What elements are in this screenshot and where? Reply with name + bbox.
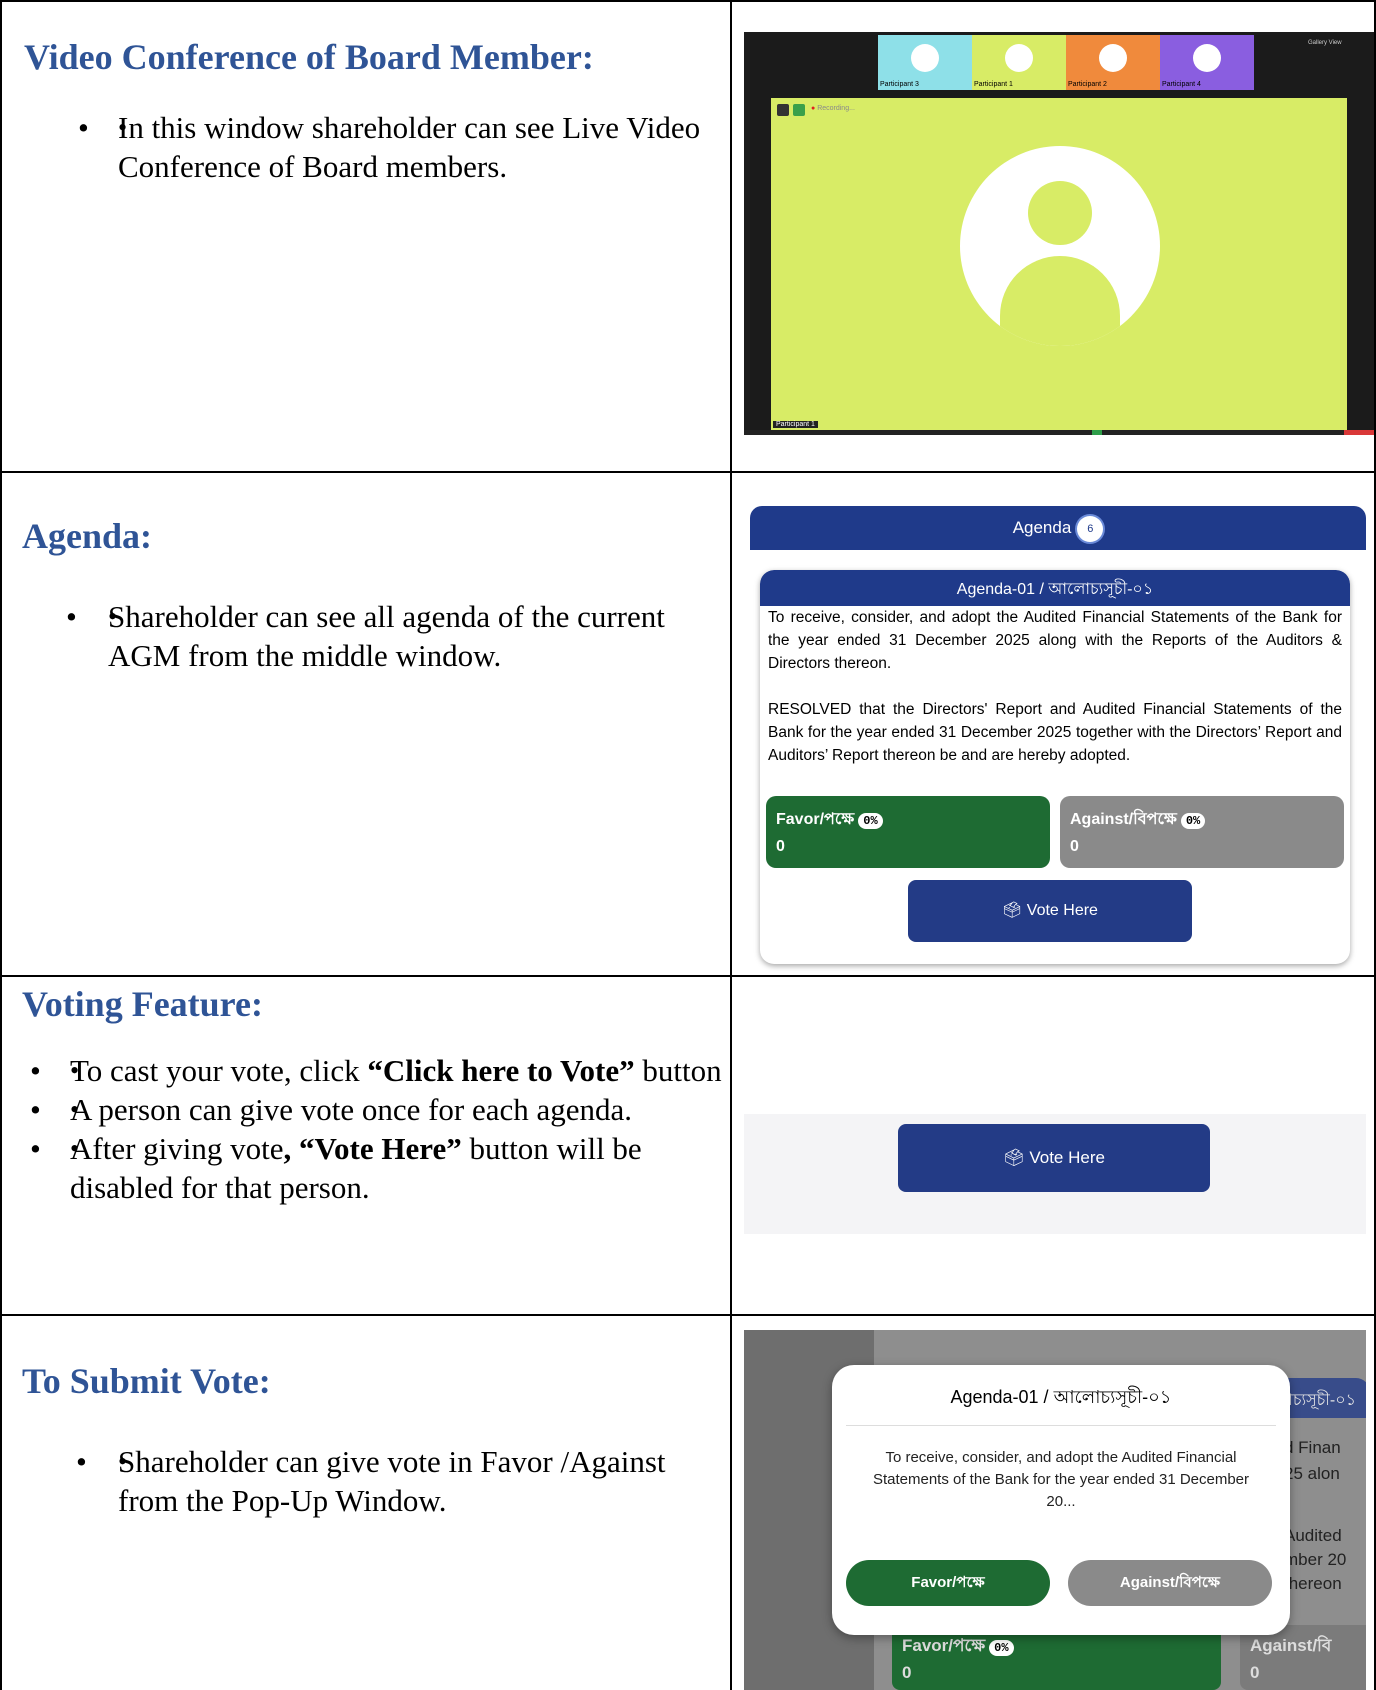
participant-tile[interactable]: Participant 4: [1160, 35, 1254, 90]
row-video-description: Video Conference of Board Member: •In th…: [24, 36, 724, 186]
participant-tile[interactable]: Participant 3: [878, 35, 972, 90]
vote-popup-dialog[interactable]: Agenda-01 / আলোচ্যসূচী-০১ To receive, co…: [832, 1365, 1290, 1635]
favor-count: 0: [776, 838, 785, 855]
bullet-item: •After giving vote, “Vote Here” button w…: [22, 1129, 727, 1207]
vote-popup-screenshot: Agenda-01 / আলোচ্যসূচী-০১ d Finan 25 alo…: [744, 1330, 1366, 1690]
instruction-table: Video Conference of Board Member: •In th…: [0, 0, 1376, 1690]
row-submit-description: To Submit Vote: •Shareholder can give vo…: [22, 1360, 727, 1520]
popup-agenda-text: To receive, consider, and adopt the Audi…: [872, 1449, 1250, 1510]
bullet-item: •To cast your vote, click “Click here to…: [22, 1051, 727, 1090]
video-conference-window[interactable]: Participant 3 Participant 1 Participant …: [744, 32, 1374, 435]
favor-button[interactable]: Favor/পক্ষে: [846, 1560, 1050, 1606]
popup-title: Agenda-01 / আলোচ্যসূচী-০১: [950, 1387, 1172, 1407]
avatar: [911, 44, 939, 72]
agenda-count-badge: 6: [1077, 515, 1104, 542]
main-video-stage: ● Recording... Participant 1: [771, 98, 1347, 430]
against-count: 0: [1070, 838, 1079, 855]
vote-here-button[interactable]: 🗳 Vote Here: [908, 880, 1192, 942]
agenda-text: To receive, consider, and adopt the Audi…: [768, 609, 1342, 764]
favor-tally: Favor/পক্ষে 0% 0: [766, 796, 1050, 868]
bullet-item: •Shareholder can give vote in Favor /Aga…: [22, 1442, 727, 1520]
participant-avatar-large: [960, 146, 1160, 346]
against-tally: Against/বিপক্ষে 0% 0: [1060, 796, 1344, 868]
agenda-header: Agenda 6: [750, 506, 1366, 550]
shield-icon[interactable]: [793, 104, 805, 116]
avatar: [1193, 44, 1221, 72]
row-voting-description: Voting Feature: •To cast your vote, clic…: [22, 983, 727, 1207]
agenda-card-title: Agenda-01 / আলোচ্যসূচী-০১: [760, 570, 1350, 606]
section-title: Video Conference of Board Member:: [24, 37, 594, 77]
recording-indicator: ● Recording...: [811, 105, 855, 112]
agenda-panel: Agenda 6 Agenda-01 / আলোচ্যসূচী-০১ To rec…: [744, 474, 1366, 974]
row-agenda-description: Agenda: •Shareholder can see all agenda …: [22, 515, 722, 675]
section-title: Voting Feature:: [22, 984, 263, 1024]
gallery-view-button[interactable]: Gallery View: [1308, 40, 1342, 46]
against-percent-badge: 0%: [1180, 813, 1206, 829]
section-title: Agenda:: [22, 516, 153, 556]
favor-percent-badge: 0%: [858, 813, 883, 829]
vote-here-button[interactable]: 🗳 Vote Here: [898, 1124, 1210, 1192]
divider: [846, 1425, 1276, 1426]
participant-tile[interactable]: Participant 1: [972, 35, 1066, 90]
active-speaker-label: Participant 1: [773, 421, 818, 428]
info-icon[interactable]: [777, 104, 789, 116]
bullet-item: •In this window shareholder can see Live…: [24, 108, 724, 186]
vote-icon: 🗳: [1002, 902, 1027, 919]
meeting-toolbar[interactable]: [744, 430, 1374, 435]
bullet-item: •A person can give vote once for each ag…: [22, 1090, 727, 1129]
avatar: [1099, 44, 1127, 72]
agenda-card: Agenda-01 / আলোচ্যসূচী-০১ To receive, co…: [760, 570, 1350, 964]
vote-button-preview: 🗳 Vote Here: [744, 1114, 1366, 1234]
vote-icon: 🗳: [1003, 1148, 1030, 1167]
avatar: [1005, 44, 1033, 72]
end-call-button[interactable]: [1344, 430, 1374, 435]
section-title: To Submit Vote:: [22, 1361, 271, 1401]
share-screen-icon[interactable]: [1092, 430, 1102, 435]
participant-tile[interactable]: Participant 2: [1066, 35, 1160, 90]
against-button[interactable]: Against/বিপক্ষে: [1068, 1560, 1272, 1606]
bullet-item: •Shareholder can see all agenda of the c…: [22, 597, 722, 675]
